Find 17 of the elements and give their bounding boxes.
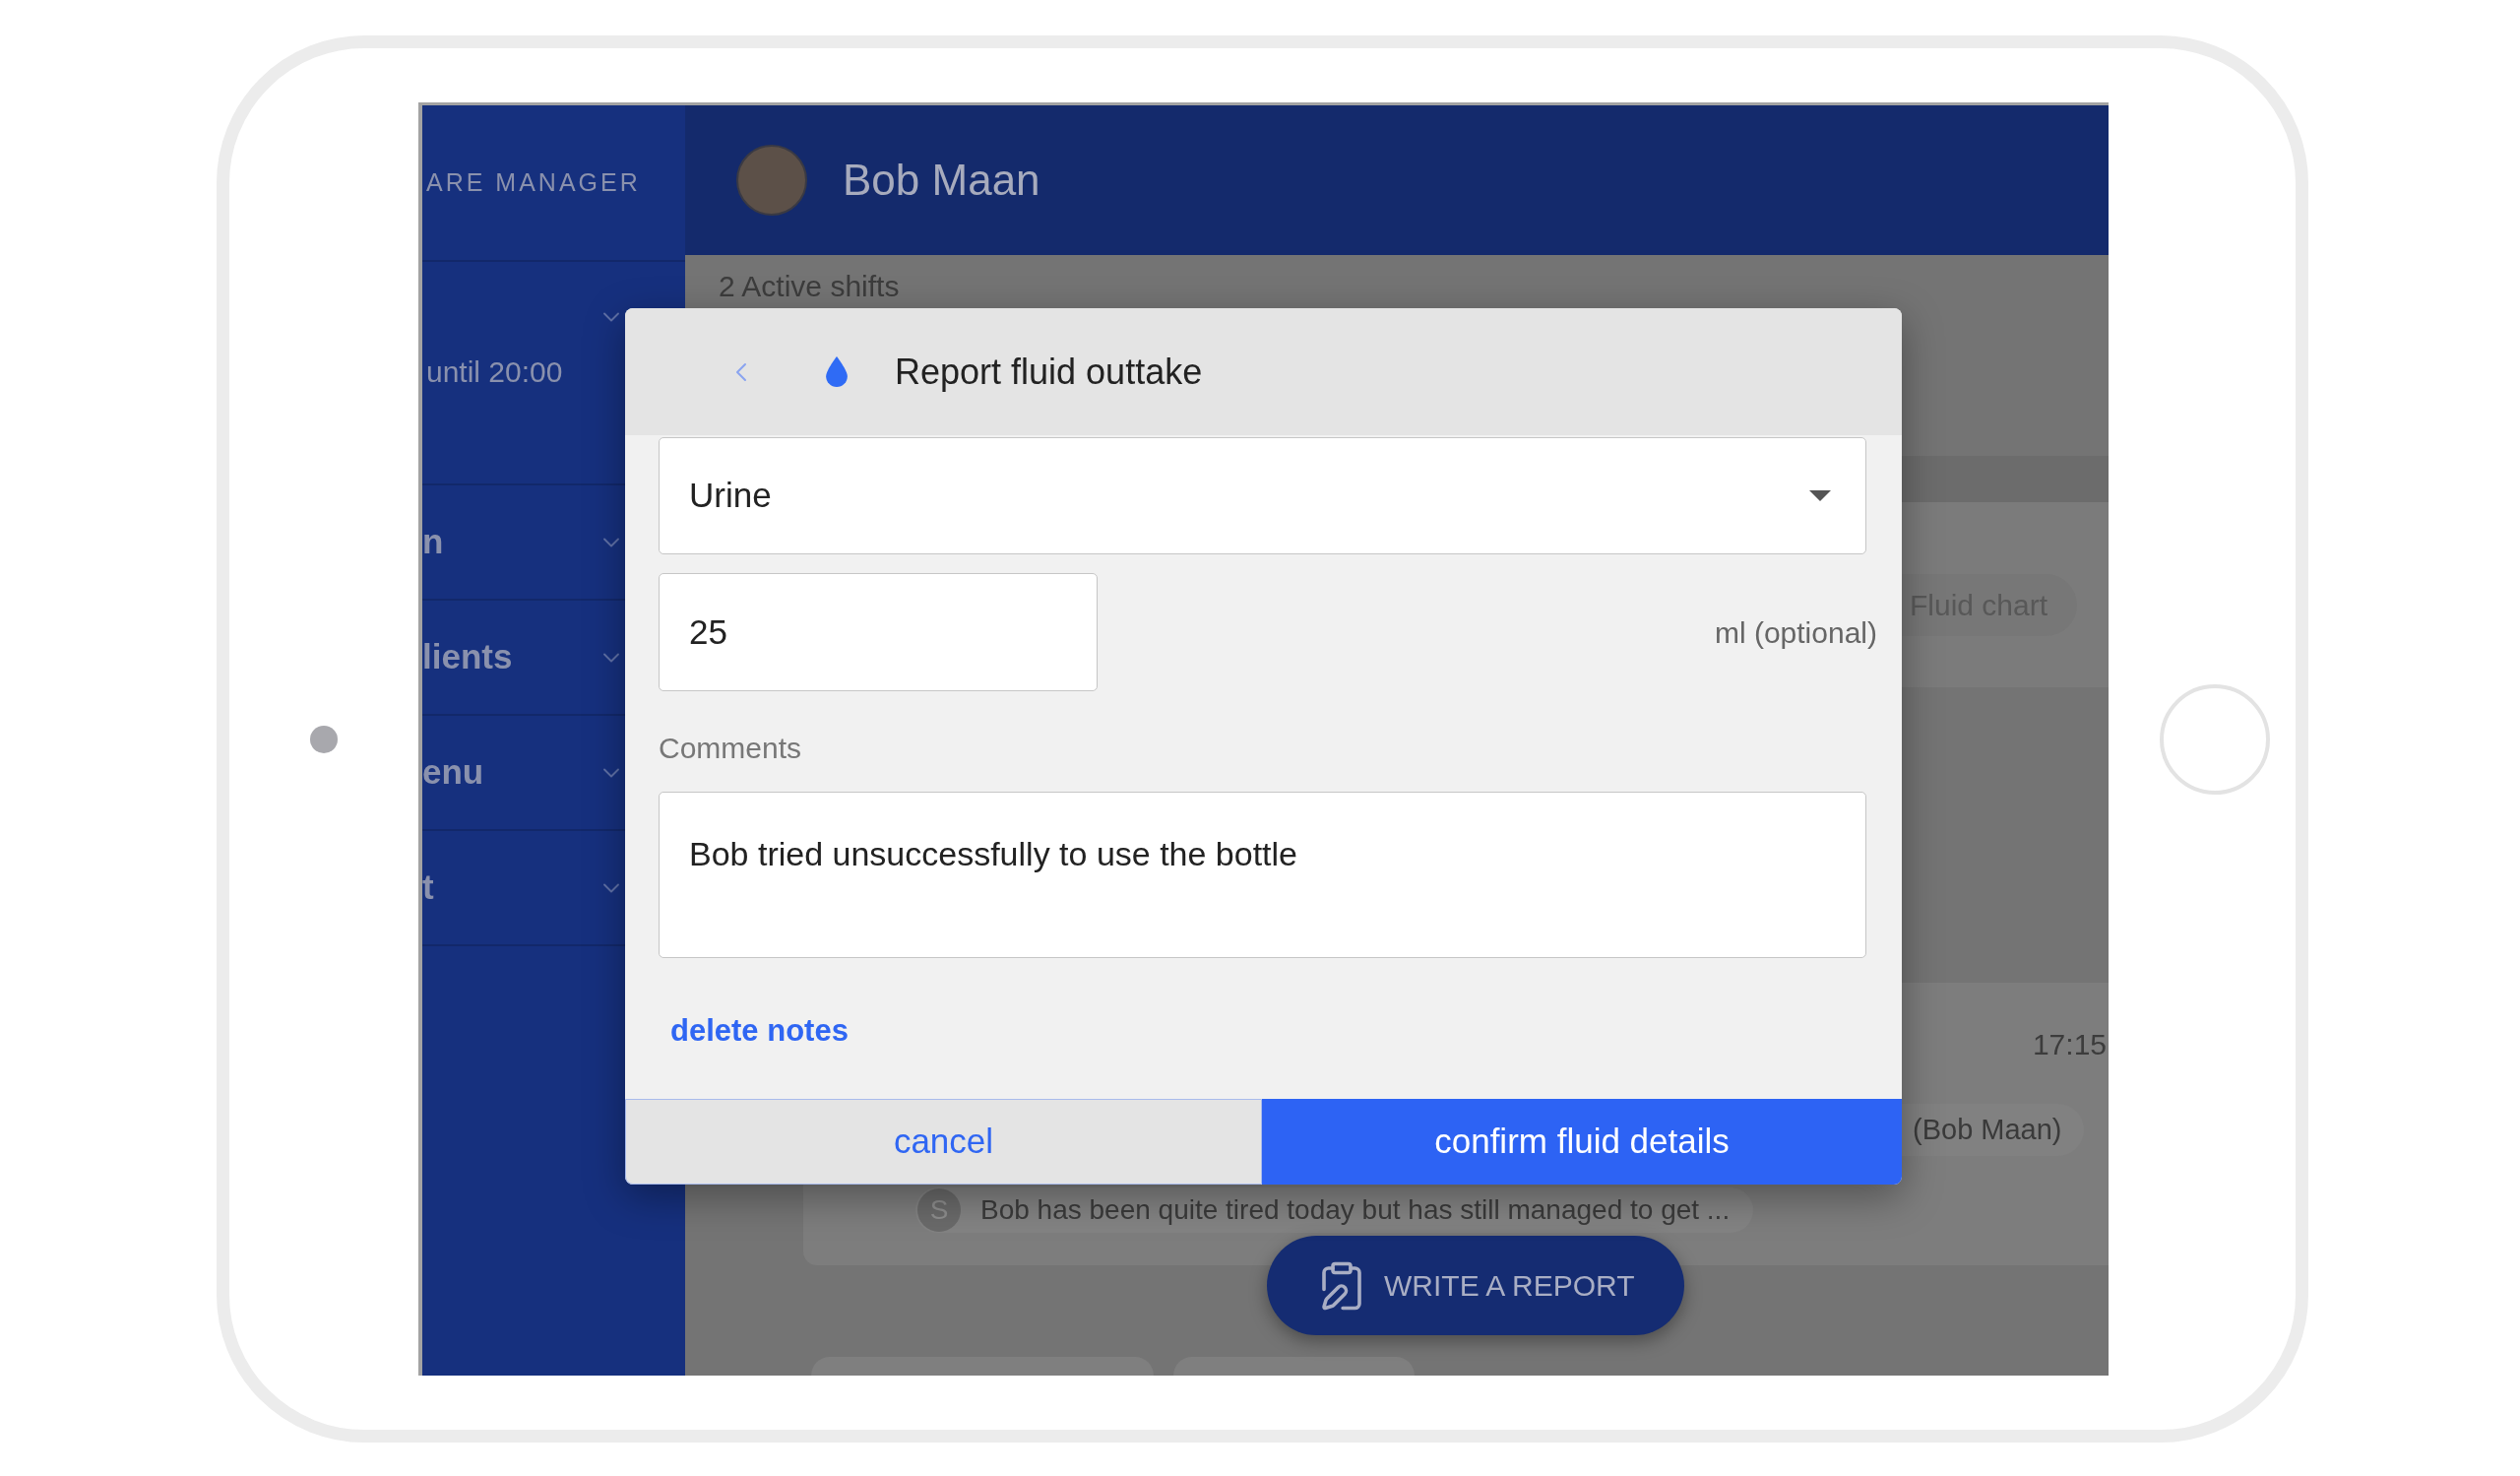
dialog-title: Report fluid outtake — [895, 350, 1203, 394]
water-drop-icon — [826, 356, 848, 387]
unit-label: ml (optional) — [1714, 614, 1877, 651]
delete-notes-link[interactable]: delete notes — [670, 1013, 849, 1049]
cancel-button[interactable]: cancel — [625, 1099, 1262, 1185]
comments-field[interactable]: Bob tried unsuccessfully to use the bottle — [659, 792, 1866, 958]
home-button-icon — [2160, 683, 2270, 795]
note-text: Bob has been quite tired today but has still managed to get ... — [980, 1193, 1731, 1227]
fluid-type-select[interactable]: Urine — [659, 437, 1866, 554]
amount-field[interactable]: 25 — [659, 573, 1098, 691]
section-heading: 2 Active shifts — [719, 270, 900, 302]
client-name: Bob Maan — [843, 155, 1040, 206]
brand-title: ARE MANAGER — [426, 166, 641, 198]
entry-time: 17:15 — [2032, 1028, 2107, 1061]
confirm-button[interactable]: confirm fluid details — [1262, 1099, 1902, 1185]
author-chip: (Bob Maan) — [1902, 1104, 2084, 1156]
write-report-button[interactable]: WRITE A REPORT — [1267, 1236, 1684, 1335]
